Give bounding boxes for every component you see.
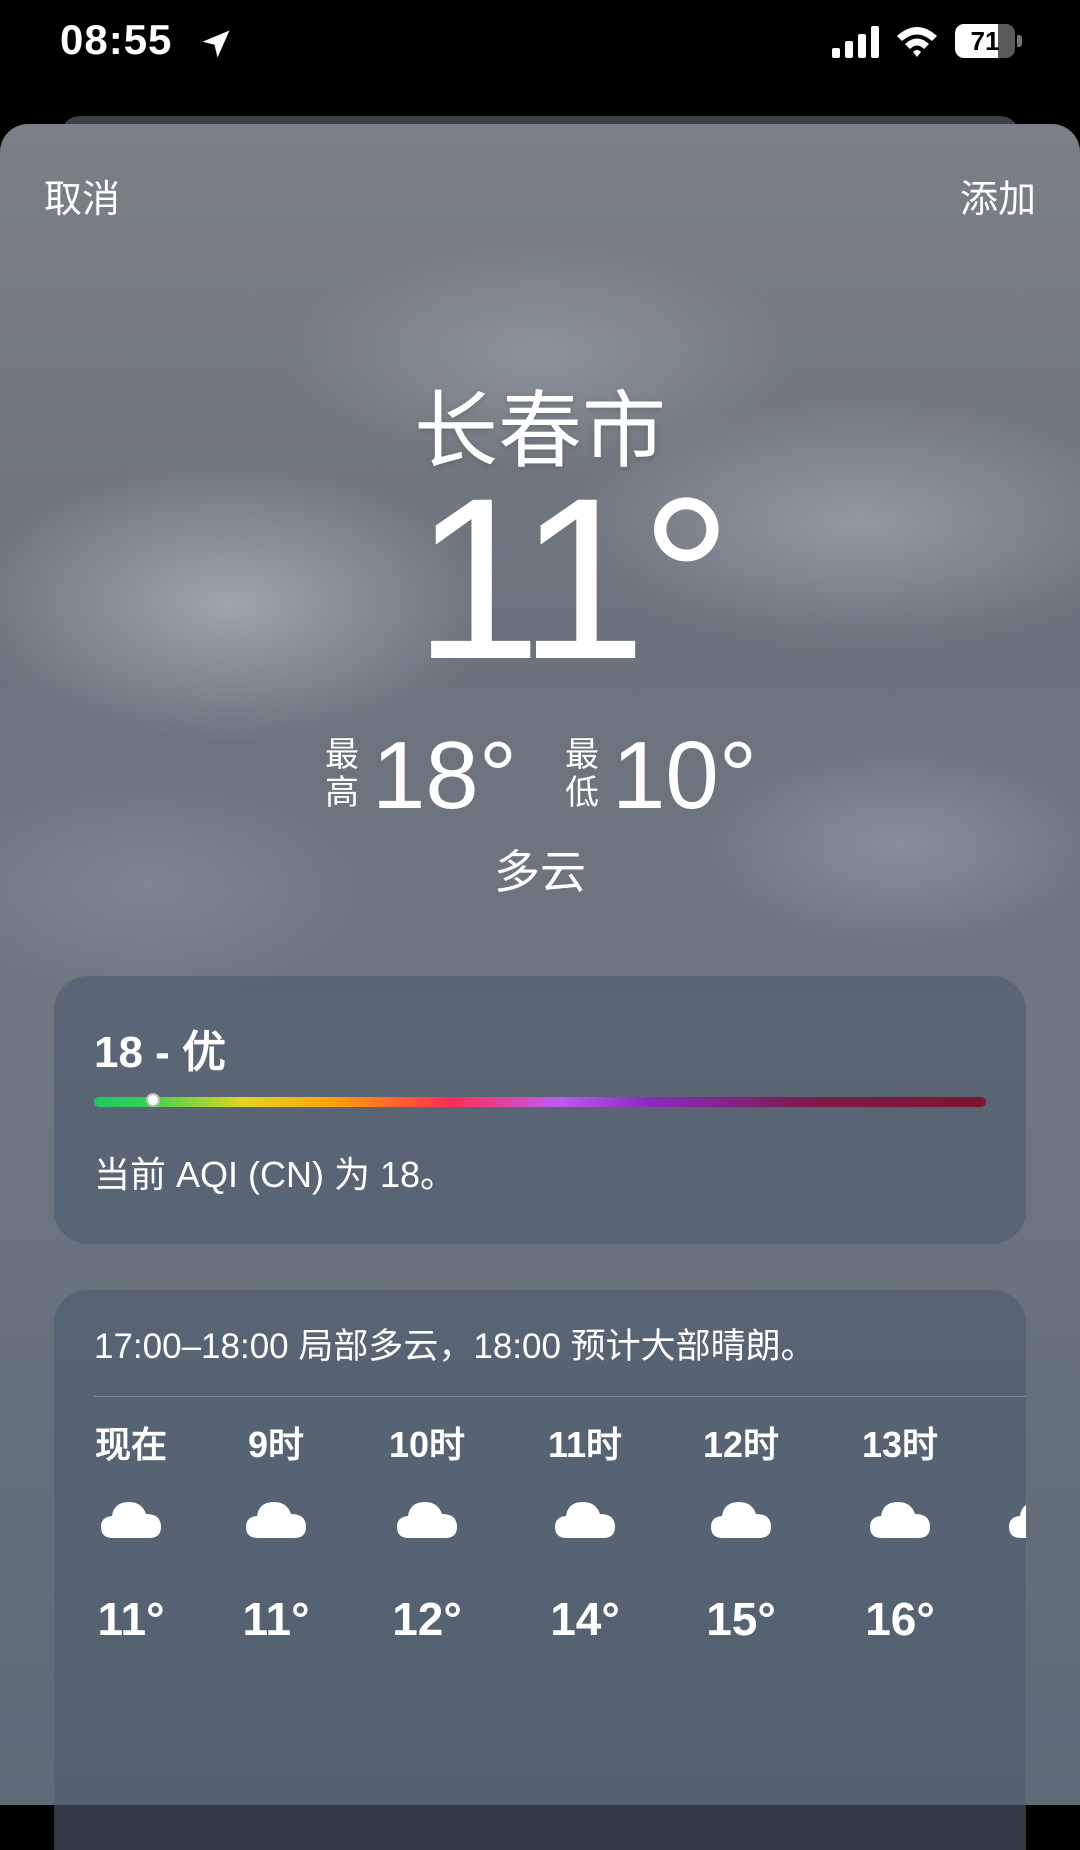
hour-label: 10时 — [388, 1424, 466, 1465]
cloud-icon — [530, 1496, 640, 1576]
hour-label: 11时 — [547, 1424, 623, 1465]
hour-item: 1 1 — [984, 1420, 1026, 1646]
location-arrow-icon — [202, 30, 230, 58]
current-temperature-value: 11° — [413, 450, 733, 707]
hour-item: 13时 16° — [845, 1420, 955, 1646]
hour-item: 9时 11° — [221, 1420, 331, 1646]
cloud-icon — [686, 1496, 796, 1576]
cloud-icon — [984, 1496, 1026, 1576]
hour-temperature: 11° — [97, 1593, 165, 1645]
high-low-row: 最高 18° 最低 10° — [0, 724, 1080, 834]
current-temperature: 11° — [0, 464, 1080, 694]
hour-item: 12时 15° — [686, 1420, 796, 1646]
hour-item: 现在 11° — [76, 1420, 186, 1646]
wifi-icon — [897, 27, 937, 57]
hour-temperature: 15° — [706, 1593, 776, 1645]
hourly-forecast-row[interactable]: 现在 11° 9时 11° 10时 12° 11时 14° 12时 15° 13… — [54, 1420, 1026, 1660]
hour-temperature: 16° — [865, 1593, 935, 1645]
cloud-icon — [845, 1496, 955, 1576]
aqi-description: 当前 AQI (CN) 为 18。 — [94, 1154, 457, 1195]
aqi-indicator-dot — [146, 1093, 161, 1107]
hour-temperature: 14° — [550, 1593, 620, 1645]
aqi-scale-bar — [94, 1097, 986, 1107]
hour-label: 9时 — [247, 1424, 305, 1465]
hour-temperature: 11° — [242, 1593, 310, 1645]
battery-icon: 71 — [955, 24, 1023, 60]
hour-label: 12时 — [702, 1424, 780, 1465]
status-bar: 08:55 71 — [0, 0, 1080, 120]
cancel-button[interactable]: 取消 — [44, 168, 120, 223]
hour-temperature: 12° — [392, 1593, 462, 1645]
low-temperature: 10° — [612, 722, 758, 829]
cloud-icon — [221, 1496, 331, 1576]
battery-percentage: 71 — [970, 26, 1000, 56]
high-label: 最高 — [325, 736, 359, 812]
cloud-icon — [76, 1496, 186, 1576]
hour-label: 1 — [984, 1420, 1026, 1470]
air-quality-card[interactable]: 18 - 优 当前 AQI (CN) 为 18。 — [54, 976, 1026, 1244]
aqi-title: 18 - 优 — [94, 1028, 227, 1077]
add-button[interactable]: 添加 — [960, 168, 1036, 223]
weather-condition: 多云 — [494, 846, 586, 898]
hour-label: 13时 — [861, 1424, 939, 1465]
cloud-icon — [372, 1496, 482, 1576]
low-label: 最低 — [565, 736, 599, 812]
hour-label: 现在 — [94, 1424, 167, 1465]
status-time: 08:55 — [60, 16, 173, 63]
hourly-forecast-card[interactable]: 17:00–18:00 局部多云，18:00 预计大部晴朗。 现在 11° 9时… — [54, 1290, 1026, 1850]
battery-body: 71 — [955, 24, 1015, 58]
cellular-signal-icon — [832, 26, 879, 58]
hour-temperature: 1 — [984, 1592, 1026, 1646]
hourly-summary: 17:00–18:00 局部多云，18:00 预计大部晴朗。 — [94, 1327, 816, 1366]
divider — [94, 1396, 1026, 1397]
hour-item: 10时 12° — [372, 1420, 482, 1646]
battery-cap — [1017, 35, 1022, 47]
high-temperature: 18° — [372, 722, 518, 829]
hour-item: 11时 14° — [530, 1420, 640, 1646]
